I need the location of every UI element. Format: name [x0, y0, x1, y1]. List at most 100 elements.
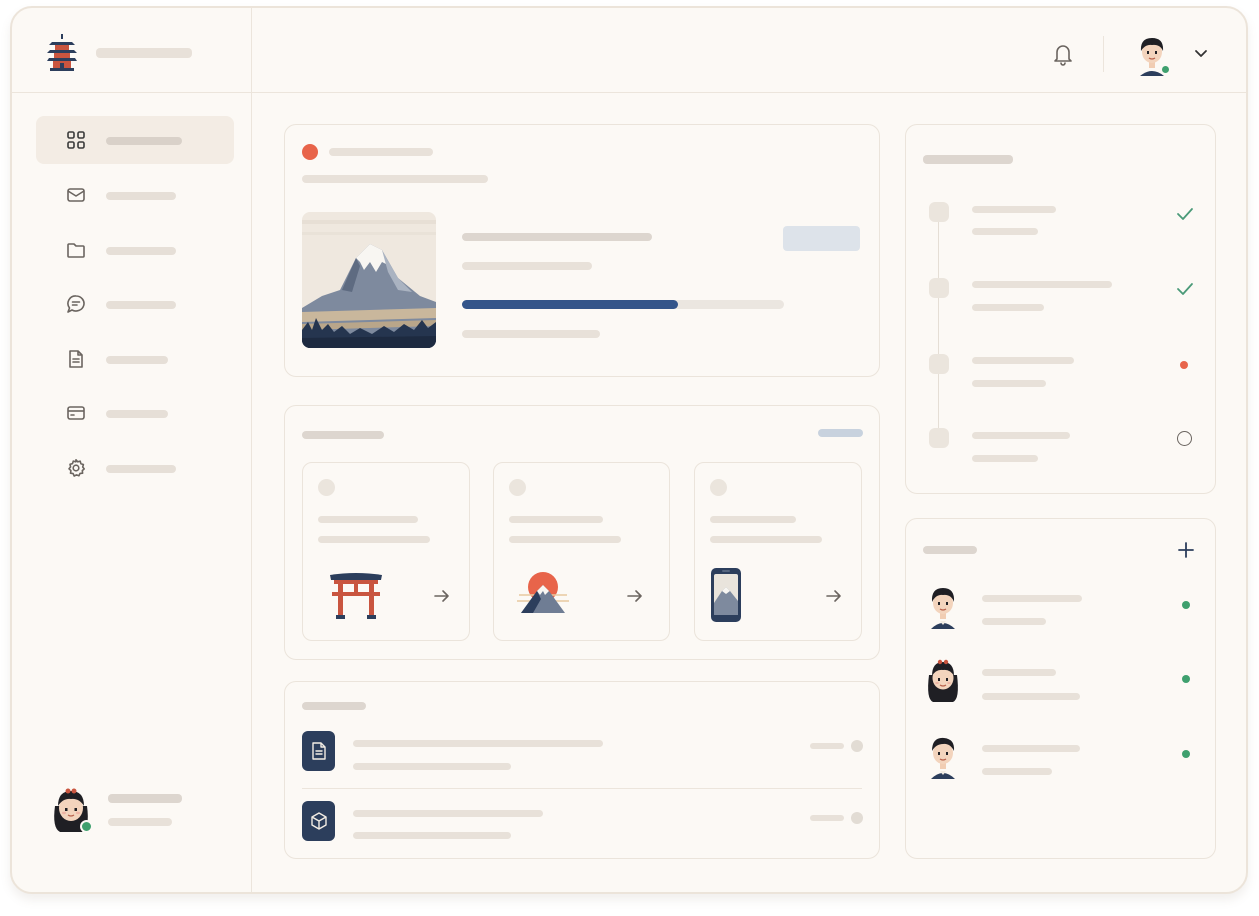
tile-title-placeholder [710, 516, 796, 523]
step-marker [929, 354, 949, 374]
sidebar-item-label [106, 301, 176, 309]
action-button[interactable] [783, 226, 860, 251]
section-title-placeholder [923, 155, 1013, 164]
sidebar-item-label [106, 356, 168, 364]
notification-button[interactable] [1052, 42, 1074, 66]
sidebar-item-messages[interactable] [36, 280, 234, 328]
sidebar-item-label [106, 247, 176, 255]
timeline-step[interactable] [906, 271, 1217, 321]
online-status-dot [1182, 601, 1190, 609]
tile-arrow[interactable] [434, 589, 450, 603]
header-divider [12, 92, 1246, 93]
timeline-step[interactable] [906, 195, 1217, 245]
document-icon [69, 350, 83, 368]
card-title-placeholder [329, 148, 433, 156]
step-title-placeholder [972, 206, 1056, 213]
online-status-dot [1182, 675, 1190, 683]
sidebar-user-avatar[interactable] [46, 782, 96, 836]
step-marker [929, 278, 949, 298]
step-meta-placeholder [972, 228, 1038, 235]
timeline-step[interactable] [906, 347, 1217, 397]
tile-illustration [328, 569, 384, 621]
shortcut-tile-sunrise[interactable] [493, 462, 670, 641]
tile-dot [710, 479, 727, 496]
sidebar-item-label [106, 465, 176, 473]
file-row[interactable] [285, 722, 881, 788]
featured-image[interactable] [302, 212, 436, 348]
boy-avatar-icon [931, 737, 955, 779]
dot-icon [1180, 361, 1188, 369]
app-window [10, 6, 1248, 894]
arrow-right-icon [627, 590, 642, 602]
file-meta-placeholder [353, 763, 511, 770]
progress-fill [462, 300, 678, 309]
arrow-right-icon [826, 590, 841, 602]
step-meta-placeholder [972, 455, 1038, 462]
check-icon [1177, 208, 1193, 220]
sidebar-divider [251, 8, 252, 892]
sidebar-item-label [106, 192, 176, 200]
folder-icon [67, 243, 85, 258]
team-member[interactable] [906, 579, 1217, 635]
tile-subtitle-placeholder [710, 536, 822, 543]
tile-arrow[interactable] [627, 589, 643, 603]
shortcut-tile-torii[interactable] [302, 462, 470, 641]
member-name-placeholder [982, 669, 1056, 676]
gear-icon [68, 459, 85, 477]
tile-title-placeholder [318, 516, 418, 523]
file-status-dot [851, 812, 863, 824]
boy-avatar-icon [931, 588, 955, 629]
member-name-placeholder [982, 595, 1082, 602]
pagoda-icon [47, 34, 77, 71]
rising-sun-icon [517, 572, 569, 613]
status-dot [302, 144, 318, 160]
section-title-placeholder [923, 546, 977, 554]
header-separator [1103, 36, 1104, 72]
step-marker [929, 202, 949, 222]
sidebar-item-documents[interactable] [36, 335, 234, 383]
arrow-right-icon [434, 590, 449, 602]
team-member[interactable] [906, 653, 1217, 709]
team-member[interactable] [906, 729, 1217, 785]
sidebar-item-settings[interactable] [36, 444, 234, 492]
tile-arrow[interactable] [826, 589, 842, 603]
file-row[interactable] [285, 790, 881, 856]
tile-dot [318, 479, 335, 496]
torii-gate-icon [330, 573, 382, 619]
section-title-placeholder [302, 431, 384, 439]
progress-bar [462, 300, 784, 309]
user-role-placeholder [108, 818, 172, 826]
sidebar-item-dashboard[interactable] [36, 116, 234, 164]
box-icon [310, 812, 327, 830]
shortcut-tile-mobile[interactable] [694, 462, 862, 641]
mail-icon [67, 188, 85, 202]
timeline-step[interactable] [906, 421, 1217, 471]
header-user-avatar[interactable] [1130, 32, 1174, 78]
sidebar-item-billing[interactable] [36, 389, 234, 437]
item-meta-placeholder [462, 262, 592, 270]
member-role-placeholder [982, 618, 1046, 625]
online-status-dot [1160, 64, 1171, 75]
circle-icon [1177, 431, 1192, 446]
logo[interactable] [46, 32, 78, 72]
item-title-placeholder [462, 233, 652, 241]
chat-icon [67, 295, 85, 313]
file-name-placeholder [353, 740, 603, 747]
user-menu-toggle[interactable] [1194, 46, 1208, 60]
mount-fuji-illustration [302, 212, 436, 348]
file-size-placeholder [810, 815, 844, 821]
timeline-card [905, 124, 1216, 494]
member-role-placeholder [982, 768, 1052, 775]
card-subtitle-placeholder [302, 175, 488, 183]
tile-dot [509, 479, 526, 496]
sidebar-item-mail[interactable] [36, 171, 234, 219]
view-all-link[interactable] [818, 429, 863, 437]
add-member-button[interactable] [1177, 541, 1195, 559]
sidebar-item-files[interactable] [36, 226, 234, 274]
step-meta-placeholder [972, 304, 1044, 311]
file-status-dot [851, 740, 863, 752]
member-role-placeholder [982, 693, 1080, 700]
timeline-track [938, 215, 939, 447]
member-name-placeholder [982, 745, 1080, 752]
tile-title-placeholder [509, 516, 603, 523]
